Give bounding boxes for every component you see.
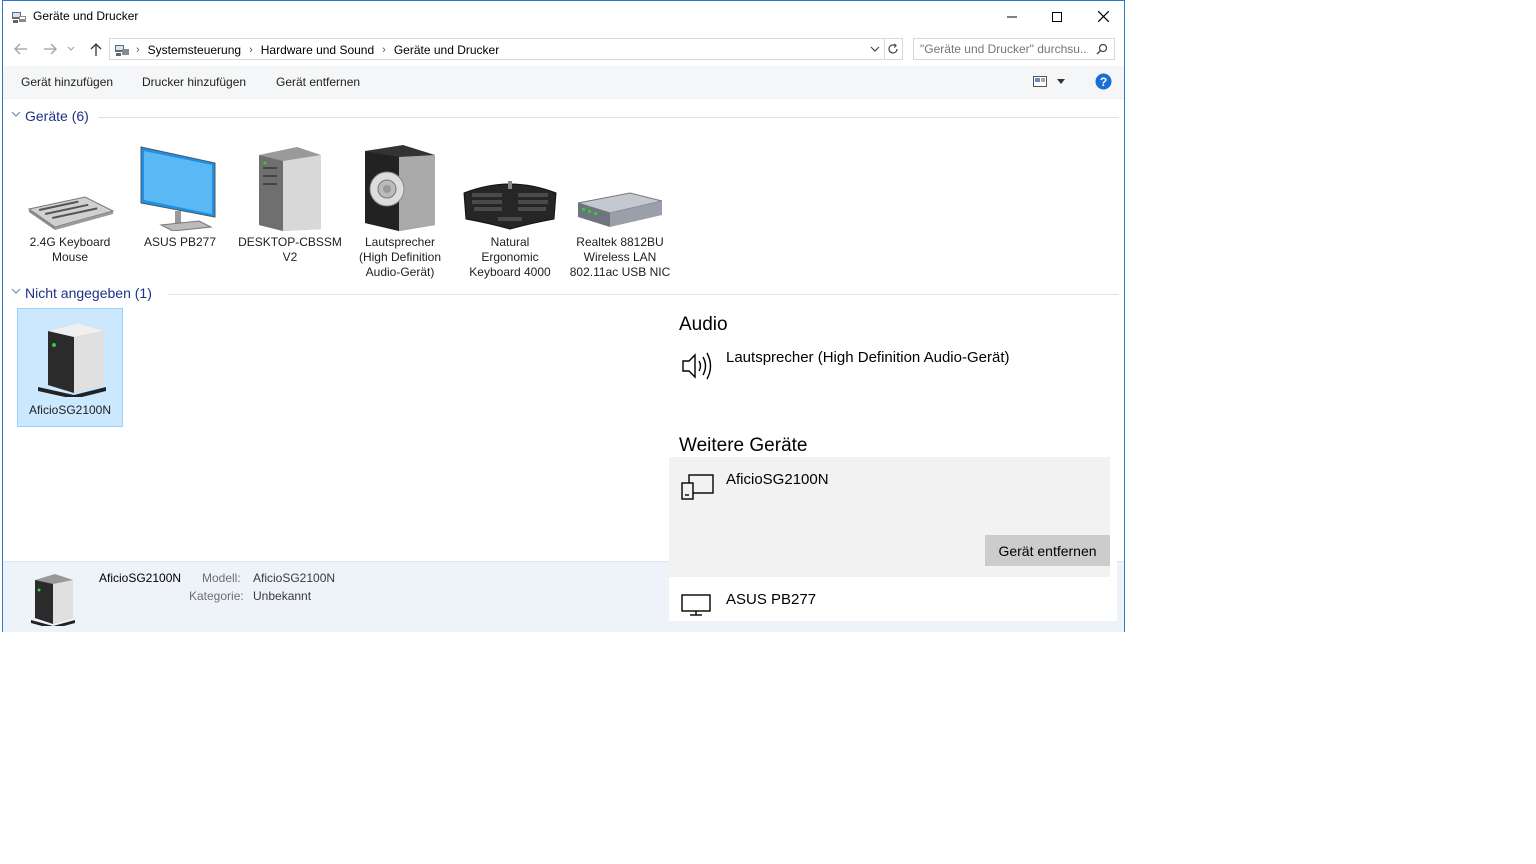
- svg-text:?: ?: [1100, 75, 1107, 89]
- arrow-left-icon: [14, 43, 27, 55]
- refresh-button[interactable]: [883, 38, 903, 60]
- forward-button[interactable]: [40, 39, 60, 59]
- group-header-devices[interactable]: Geräte (6): [3, 108, 1119, 126]
- speaker-icon: [346, 138, 454, 231]
- devices-and-printers-window: Geräte und Drucker › Systemsteuerung › H…: [2, 0, 1125, 632]
- audio-device-name[interactable]: Lautsprecher (High Definition Audio-Gerä…: [726, 349, 1009, 366]
- recent-locations-button[interactable]: [65, 39, 77, 59]
- device-name-line: Realtek 8812BU: [576, 235, 664, 249]
- ergonomic-keyboard-icon: [456, 141, 564, 231]
- breadcrumb-separator-icon[interactable]: ›: [136, 44, 140, 56]
- address-bar[interactable]: › Systemsteuerung › Hardware und Sound ›…: [109, 38, 885, 60]
- window-title: Geräte und Drucker: [33, 9, 139, 23]
- search-input[interactable]: [920, 42, 1088, 56]
- back-button[interactable]: [11, 39, 31, 59]
- monitor-small-icon: [681, 594, 711, 616]
- breadcrumb-separator-icon[interactable]: ›: [382, 44, 386, 56]
- group-divider: [98, 117, 1119, 118]
- device-settings-panel: Audio Lautsprecher (High Definition Audi…: [669, 295, 1117, 621]
- maximize-icon: [1052, 11, 1062, 22]
- device-name-line: Mouse: [51, 250, 89, 264]
- generic-device-icon: [18, 309, 122, 397]
- group-label-unspecified: Nicht angegeben (1): [25, 285, 152, 301]
- device-name-line: Ergonomic: [481, 250, 539, 264]
- minimize-icon: [1007, 16, 1017, 17]
- details-model-value: AficioSG2100N: [253, 571, 336, 585]
- group-label-devices: Geräte (6): [25, 108, 89, 124]
- monitor-icon: [126, 138, 234, 231]
- chevron-down-icon: [11, 111, 21, 117]
- details-category-value: Unbekannt: [253, 589, 312, 603]
- add-printer-button[interactable]: Drucker hinzufügen: [142, 75, 246, 89]
- generic-device-small-icon: [681, 474, 714, 500]
- add-device-button[interactable]: Gerät hinzufügen: [21, 75, 113, 89]
- device-wireless-lan[interactable]: Realtek 8812BU Wireless LAN 802.11ac USB N…: [566, 141, 674, 280]
- close-button[interactable]: [1080, 1, 1126, 32]
- chevron-down-icon: [11, 288, 21, 294]
- command-bar: Gerät hinzufügen Drucker hinzufügen Gerä…: [3, 66, 1124, 99]
- audio-heading: Audio: [679, 314, 728, 335]
- search-icon[interactable]: [1096, 43, 1108, 55]
- other-device-row[interactable]: ASUS PB277: [669, 577, 1110, 621]
- address-row: › Systemsteuerung › Hardware und Sound ›…: [3, 34, 1124, 64]
- refresh-icon: [887, 43, 898, 54]
- device-keyboard-mouse[interactable]: 2.4G Keyboard Mouse: [16, 141, 124, 265]
- computer-tower-icon: [236, 138, 344, 231]
- address-dropdown-icon[interactable]: [870, 46, 880, 53]
- other-device-name: ASUS PB277: [726, 591, 817, 608]
- remove-device-button[interactable]: Gerät entfernen: [985, 535, 1110, 566]
- device-name-line: Audio-Gerät): [365, 265, 435, 279]
- remove-device-toolbar-button[interactable]: Gerät entfernen: [276, 75, 360, 89]
- other-device-name: AficioSG2100N: [726, 471, 829, 488]
- breadcrumb: › Systemsteuerung › Hardware und Sound ›…: [136, 43, 499, 57]
- view-dropdown-icon[interactable]: [1057, 79, 1065, 84]
- generic-device-icon: [31, 574, 75, 626]
- device-name-line: AficioSG2100N: [28, 403, 112, 417]
- breadcrumb-separator-icon[interactable]: ›: [249, 44, 253, 56]
- device-name-line: DESKTOP-CBSSM: [238, 235, 342, 249]
- title-bar[interactable]: Geräte und Drucker: [3, 1, 1124, 32]
- device-name-line: V2: [282, 250, 298, 264]
- device-name-line: Keyboard 4000: [469, 265, 551, 279]
- network-adapter-icon: [566, 141, 674, 231]
- device-ergonomic-keyboard[interactable]: Natural Ergonomic Keyboard 4000: [456, 141, 564, 280]
- device-name-line: Lautsprecher: [364, 235, 436, 249]
- breadcrumb-systemsteuerung[interactable]: Systemsteuerung: [148, 43, 241, 57]
- device-aficio-printer[interactable]: AficioSG2100N: [17, 308, 123, 427]
- device-desktop-pc[interactable]: DESKTOP-CBSSM V2: [236, 138, 344, 265]
- minimize-button[interactable]: [989, 1, 1035, 32]
- breadcrumb-hardware-sound[interactable]: Hardware und Sound: [261, 43, 374, 57]
- device-name-line: 2.4G Keyboard: [29, 235, 111, 249]
- control-panel-icon: [115, 45, 129, 56]
- close-icon: [1097, 11, 1109, 22]
- details-category-label: Kategorie:: [189, 589, 244, 603]
- details-device-name: AficioSG2100N: [99, 571, 182, 585]
- speaker-volume-icon: [682, 352, 712, 380]
- device-name-line: ASUS PB277: [143, 235, 217, 249]
- devices-printers-icon: [12, 12, 26, 23]
- search-box: [913, 38, 1115, 60]
- help-icon[interactable]: ?: [1095, 73, 1112, 90]
- other-devices-heading: Weitere Geräte: [679, 435, 808, 456]
- chevron-down-icon: [67, 46, 75, 51]
- details-model-label: Modell:: [202, 571, 241, 585]
- device-name-line: 802.11ac USB NIC: [569, 265, 671, 279]
- up-button[interactable]: [86, 39, 106, 59]
- device-speakers[interactable]: Lautsprecher (High Definition Audio-Gerät): [346, 138, 454, 280]
- device-asus-monitor[interactable]: ASUS PB277: [126, 138, 234, 250]
- arrow-right-icon: [44, 43, 57, 55]
- arrow-up-icon: [90, 43, 102, 56]
- device-name-line: Natural: [490, 235, 530, 249]
- device-name-line: Wireless LAN: [583, 250, 657, 264]
- view-options-icon[interactable]: [1033, 76, 1047, 87]
- keyboard-icon: [16, 141, 124, 231]
- device-name-line: (High Definition: [358, 250, 442, 264]
- maximize-button[interactable]: [1034, 1, 1080, 32]
- breadcrumb-devices-printers[interactable]: Geräte und Drucker: [394, 43, 499, 57]
